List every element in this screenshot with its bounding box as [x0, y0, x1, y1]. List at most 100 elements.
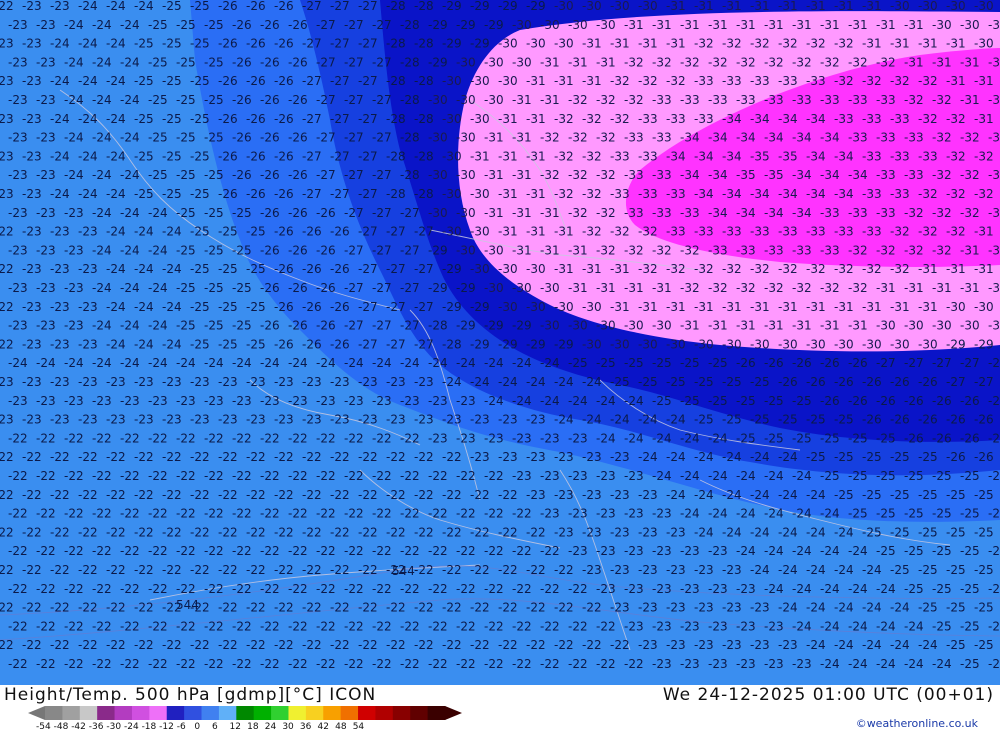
temperature-label: -23: [330, 413, 350, 427]
temperature-label: -22: [358, 488, 378, 502]
temperature-label: -26: [274, 37, 294, 51]
scale-swatch: [45, 706, 63, 720]
temperature-label: -24: [92, 281, 112, 295]
temperature-label: -33: [876, 93, 896, 107]
temperature-label: -23: [568, 544, 588, 558]
temperature-label: -25: [610, 375, 630, 389]
temperature-label: -31: [974, 112, 994, 126]
temperature-label: -31: [820, 18, 840, 32]
temperature-label: -23: [8, 319, 28, 333]
temperature-label: -30: [834, 337, 854, 351]
temperature-label: -24: [162, 300, 182, 314]
temperature-label: -23: [22, 149, 42, 163]
scale-swatch: [236, 706, 255, 720]
temperature-label: -24: [792, 544, 812, 558]
temperature-label: -35: [750, 149, 770, 163]
temperature-label: -22: [358, 601, 378, 615]
temperature-label: -23: [680, 657, 700, 671]
temperature-label: -25: [176, 319, 196, 333]
temperature-label: -22: [246, 638, 266, 652]
temperature-label: -28: [414, 0, 434, 13]
temperature-label: -29: [442, 0, 462, 13]
temperature-label: -25: [918, 601, 938, 615]
temperature-label: -23: [456, 431, 476, 445]
temperature-label: -25: [134, 37, 154, 51]
temperature-label: -23: [736, 582, 756, 596]
temperature-label: -24: [106, 0, 126, 13]
temperature-label: -24: [442, 375, 462, 389]
temperature-label: -33: [890, 112, 910, 126]
scale-swatch: [97, 706, 116, 720]
temperature-label: -22: [232, 507, 252, 521]
credit-link[interactable]: ©weatheronline.co.uk: [856, 717, 978, 730]
temperature-label: -22: [120, 544, 140, 558]
temperature-label: -23: [50, 300, 70, 314]
temperature-label: -32: [918, 225, 938, 239]
temperature-label: -22: [512, 582, 532, 596]
temperature-label: -30: [582, 0, 602, 13]
temperature-label: -26: [330, 337, 350, 351]
temperature-label: -25: [204, 281, 224, 295]
temperature-label: -22: [134, 525, 154, 539]
temperature-label: -34: [764, 206, 784, 220]
scale-tick-label: 6: [211, 722, 218, 732]
temperature-label: -32: [624, 93, 644, 107]
temperature-label: -22: [162, 488, 182, 502]
temperature-label: -24: [554, 413, 574, 427]
temperature-label: -27: [330, 187, 350, 201]
temperature-label: -34: [806, 187, 826, 201]
temperature-label: -30: [456, 55, 476, 69]
temperature-label: -25: [204, 93, 224, 107]
temperature-label: -22: [484, 507, 504, 521]
temperature-label: -24: [148, 281, 168, 295]
temperature-label: -22: [330, 638, 350, 652]
temperature-label: -31: [946, 262, 966, 276]
temperature-label: -31: [638, 37, 658, 51]
temperature-label: -27: [344, 131, 364, 145]
temperature-label: -31: [484, 206, 504, 220]
temperature-label: -27: [358, 262, 378, 276]
temperature-label: -25: [190, 0, 210, 13]
temperature-label: -30: [456, 93, 476, 107]
temperature-label: -23: [22, 225, 42, 239]
temperature-label: -22: [78, 488, 98, 502]
temperature-label: -33: [652, 206, 672, 220]
temperature-label: -24: [540, 394, 560, 408]
temperature-label: -27: [330, 149, 350, 163]
temperature-label: -24: [92, 55, 112, 69]
temperature-label: -32: [890, 262, 910, 276]
temperature-label: -34: [708, 131, 728, 145]
temperature-label: -23: [36, 131, 56, 145]
temperature-label: -22: [484, 582, 504, 596]
temperature-label: -22: [22, 488, 42, 502]
temperature-label: -27: [302, 74, 322, 88]
temperature-label: -30: [610, 0, 630, 13]
temperature-label: -29: [946, 337, 966, 351]
temperature-label: -25: [190, 300, 210, 314]
temperature-label: -24: [64, 356, 84, 370]
temperature-label: -32: [680, 281, 700, 295]
temperature-label: -28: [400, 168, 420, 182]
scale-tick-label: 18: [247, 722, 259, 732]
temperature-label: -26: [302, 262, 322, 276]
temperature-label: -23: [22, 375, 42, 389]
temperature-label: -30: [540, 319, 560, 333]
temperature-label: -32: [610, 74, 630, 88]
temperature-label: -31: [750, 300, 770, 314]
temperature-label: -32: [946, 112, 966, 126]
temperature-label: -27: [372, 281, 392, 295]
temperature-label: -31: [596, 281, 616, 295]
temperature-label: -23: [330, 375, 350, 389]
temperature-label: -25: [876, 431, 896, 445]
temperature-label: -32: [932, 243, 952, 257]
temperature-label: -22: [190, 450, 210, 464]
temperature-label: -31: [526, 225, 546, 239]
temperature-label: -22: [400, 619, 420, 633]
temperature-label: -23: [162, 413, 182, 427]
temperature-label: -22: [36, 619, 56, 633]
temperature-label: -27: [330, 112, 350, 126]
temperature-label: -28: [386, 37, 406, 51]
temperature-label: -25: [890, 563, 910, 577]
temperature-label: -25: [148, 168, 168, 182]
temperature-label: -24: [638, 413, 658, 427]
